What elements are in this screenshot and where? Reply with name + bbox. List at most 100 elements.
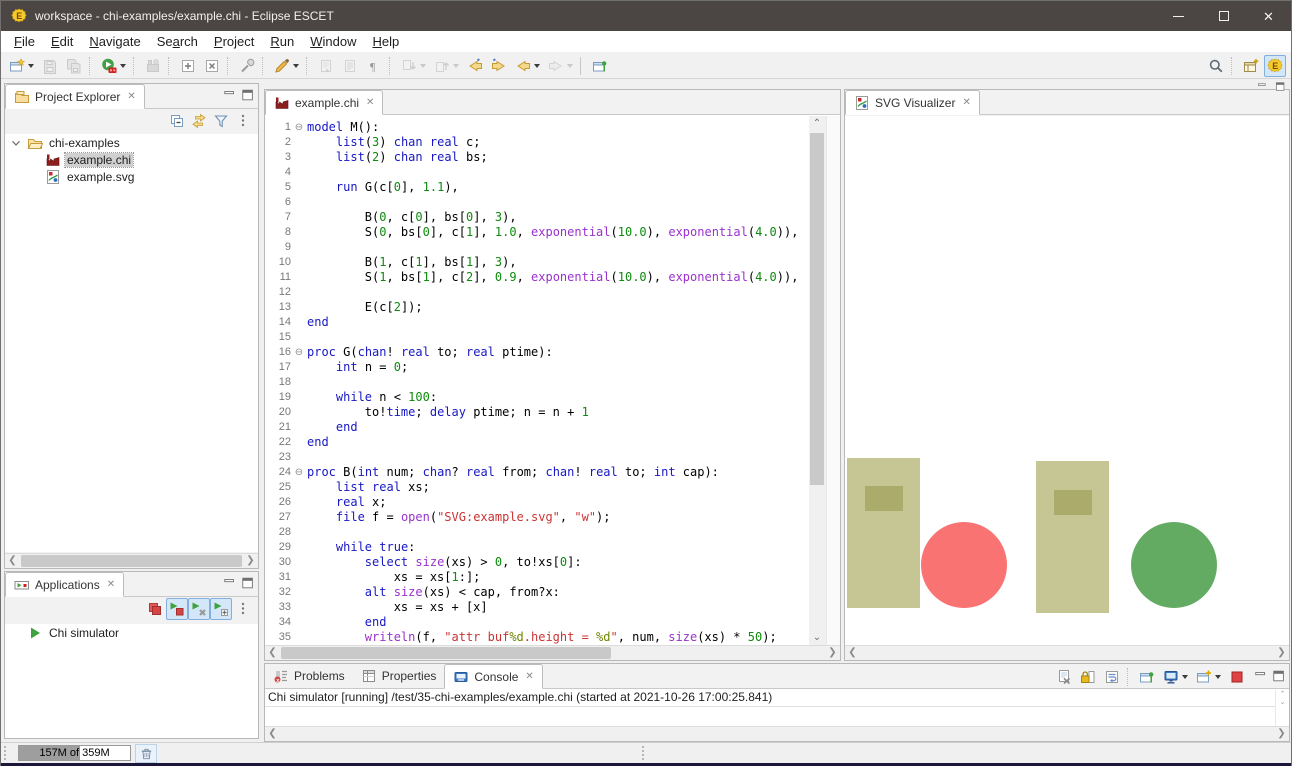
code-line-22[interactable]: 22end [265, 435, 809, 450]
code-line-2[interactable]: 2 list(3) chan real c; [265, 135, 809, 150]
dropdown-arrow-icon[interactable] [453, 64, 459, 68]
fold-collapse-icon[interactable]: ⊖ [291, 465, 307, 480]
search-button[interactable] [1205, 55, 1227, 77]
code-line-7[interactable]: 7 B(0, c[0], bs[0], 3), [265, 210, 809, 225]
pin-console-button[interactable] [1136, 666, 1158, 688]
scroll-up-icon[interactable]: ⌃ [809, 116, 825, 131]
code-line-11[interactable]: 11 S(1, bs[1], c[2], 0.9, exponential(10… [265, 270, 809, 285]
fold-collapse-icon[interactable]: ⊖ [291, 120, 307, 135]
dropdown-arrow-icon[interactable] [567, 64, 573, 68]
scroll-down-icon[interactable]: ⌄ [809, 630, 825, 645]
start-add-button[interactable] [210, 598, 232, 620]
terminate-button[interactable] [1226, 666, 1248, 688]
code-line-1[interactable]: 1⊖model M(): [265, 120, 809, 135]
tree-item-example.chi[interactable]: example.chi [5, 151, 258, 168]
menu-help[interactable]: Help [364, 32, 407, 51]
close-icon[interactable]: ✕ [1246, 1, 1291, 31]
dropdown-arrow-icon[interactable] [1182, 675, 1188, 679]
scroll-right-icon[interactable]: ❯ [1274, 646, 1289, 660]
tree-item-example.svg[interactable]: example.svg [5, 168, 258, 185]
code-line-31[interactable]: 31 xs = xs[1:]; [265, 570, 809, 585]
code-line-25[interactable]: 25 list real xs; [265, 480, 809, 495]
code-line-13[interactable]: 13 E(c[2]); [265, 300, 809, 315]
console-vscrollbar[interactable]: ⌃⌄ [1275, 690, 1289, 726]
clear-console-button[interactable] [1053, 666, 1075, 688]
editor-vscrollbar[interactable]: ⌃ ⌄ [809, 116, 826, 645]
close-icon[interactable]: ✕ [107, 579, 115, 590]
code-line-34[interactable]: 34 end [265, 615, 809, 630]
minimize-view-icon[interactable] [223, 88, 237, 102]
code-line-6[interactable]: 6 [265, 195, 809, 210]
code-line-15[interactable]: 15 [265, 330, 809, 345]
code-line-17[interactable]: 17 int n = 0; [265, 360, 809, 375]
code-line-3[interactable]: 3 list(2) chan real bs; [265, 150, 809, 165]
code-line-10[interactable]: 10 B(1, c[1], bs[1], 3), [265, 255, 809, 270]
menu-project[interactable]: Project [206, 32, 262, 51]
code-line-26[interactable]: 26 real x; [265, 495, 809, 510]
view-menu-button[interactable] [232, 110, 254, 132]
tree-item-chi-examples[interactable]: chi-examples [5, 134, 258, 151]
code-line-30[interactable]: 30 select size(xs) > 0, to!xs[0]: [265, 555, 809, 570]
code-line-20[interactable]: 20 to!time; delay ptime; n = n + 1 [265, 405, 809, 420]
scroll-right-icon[interactable]: ❯ [825, 646, 840, 660]
close-icon[interactable]: ✕ [366, 97, 374, 108]
open-perspective-button[interactable] [1240, 55, 1262, 77]
word-wrap-button[interactable] [1101, 666, 1123, 688]
scroll-left-icon[interactable]: ❮ [265, 646, 280, 660]
code-line-35[interactable]: 35 writeln(f, "attr buf%d.height = %d", … [265, 630, 809, 645]
dropdown-arrow-icon[interactable] [420, 64, 426, 68]
minimize-icon[interactable] [1156, 1, 1201, 31]
code-line-29[interactable]: 29 while true: [265, 540, 809, 555]
svg-hscrollbar[interactable]: ❮ ❯ [845, 645, 1289, 660]
menu-edit[interactable]: Edit [43, 32, 81, 51]
maximize-view-icon[interactable] [1272, 669, 1286, 683]
code-line-27[interactable]: 27 file f = open("SVG:example.svg", "w")… [265, 510, 809, 525]
code-line-21[interactable]: 21 end [265, 420, 809, 435]
collapse-all-button[interactable] [166, 110, 188, 132]
menu-file[interactable]: File [6, 32, 43, 51]
menu-search[interactable]: Search [149, 32, 206, 51]
maximize-view-icon[interactable] [1274, 81, 1287, 92]
close-icon[interactable]: ✕ [525, 671, 533, 682]
explorer-hscrollbar[interactable]: ❮ ❯ [5, 553, 258, 568]
expand-all-button[interactable] [177, 55, 199, 77]
tab-applications[interactable]: Applications ✕ [5, 572, 124, 597]
close-icon[interactable]: ✕ [962, 97, 970, 108]
code-line-18[interactable]: 18 [265, 375, 809, 390]
wrench-button[interactable] [236, 55, 258, 77]
tab-example-chi[interactable]: example.chi ✕ [265, 90, 383, 115]
last-edit-forward-button[interactable]: * [488, 55, 510, 77]
escet-perspective-button[interactable]: E [1264, 55, 1286, 77]
scroll-lock-button[interactable] [1077, 666, 1099, 688]
last-edit-back-button[interactable]: * [464, 55, 486, 77]
maximize-icon[interactable] [1201, 1, 1246, 31]
tab-properties[interactable]: Properties [353, 663, 445, 688]
tab-project-explorer[interactable]: Project Explorer ✕ [5, 84, 145, 109]
pilcrow-button[interactable]: ¶ [363, 55, 385, 77]
maximize-view-icon[interactable] [241, 88, 255, 102]
dropdown-arrow-icon[interactable] [293, 64, 299, 68]
display-console-button[interactable] [1160, 666, 1191, 688]
maximize-view-icon[interactable] [241, 576, 255, 590]
close-icon[interactable]: ✕ [127, 91, 135, 102]
code-line-5[interactable]: 5 run G(c[0], 1.1), [265, 180, 809, 195]
stop-all-button[interactable] [144, 598, 166, 620]
scroll-right-icon[interactable]: ❯ [1274, 727, 1289, 741]
code-line-28[interactable]: 28 [265, 525, 809, 540]
dropdown-arrow-icon[interactable] [534, 64, 540, 68]
tab-svg-visualizer[interactable]: SVG Visualizer ✕ [845, 90, 980, 115]
editor-hscrollbar[interactable]: ❮ ❯ [265, 645, 840, 660]
collapse-editor-button[interactable] [201, 55, 223, 77]
code-line-8[interactable]: 8 S(0, bs[0], c[1], 1.0, exponential(10.… [265, 225, 809, 240]
menu-navigate[interactable]: Navigate [81, 32, 148, 51]
minimize-view-icon[interactable] [223, 576, 237, 590]
fold-collapse-icon[interactable]: ⊖ [291, 345, 307, 360]
tab-problems[interactable]: xProblems [265, 663, 353, 688]
menu-window[interactable]: Window [302, 32, 364, 51]
back-button[interactable] [512, 55, 543, 77]
application-item-chi-simulator[interactable]: Chi simulator [5, 624, 258, 641]
run-escet-button[interactable] [98, 55, 129, 77]
pin-editor-button[interactable] [589, 55, 611, 77]
start-stop-button[interactable] [166, 598, 188, 620]
menu-run[interactable]: Run [262, 32, 302, 51]
